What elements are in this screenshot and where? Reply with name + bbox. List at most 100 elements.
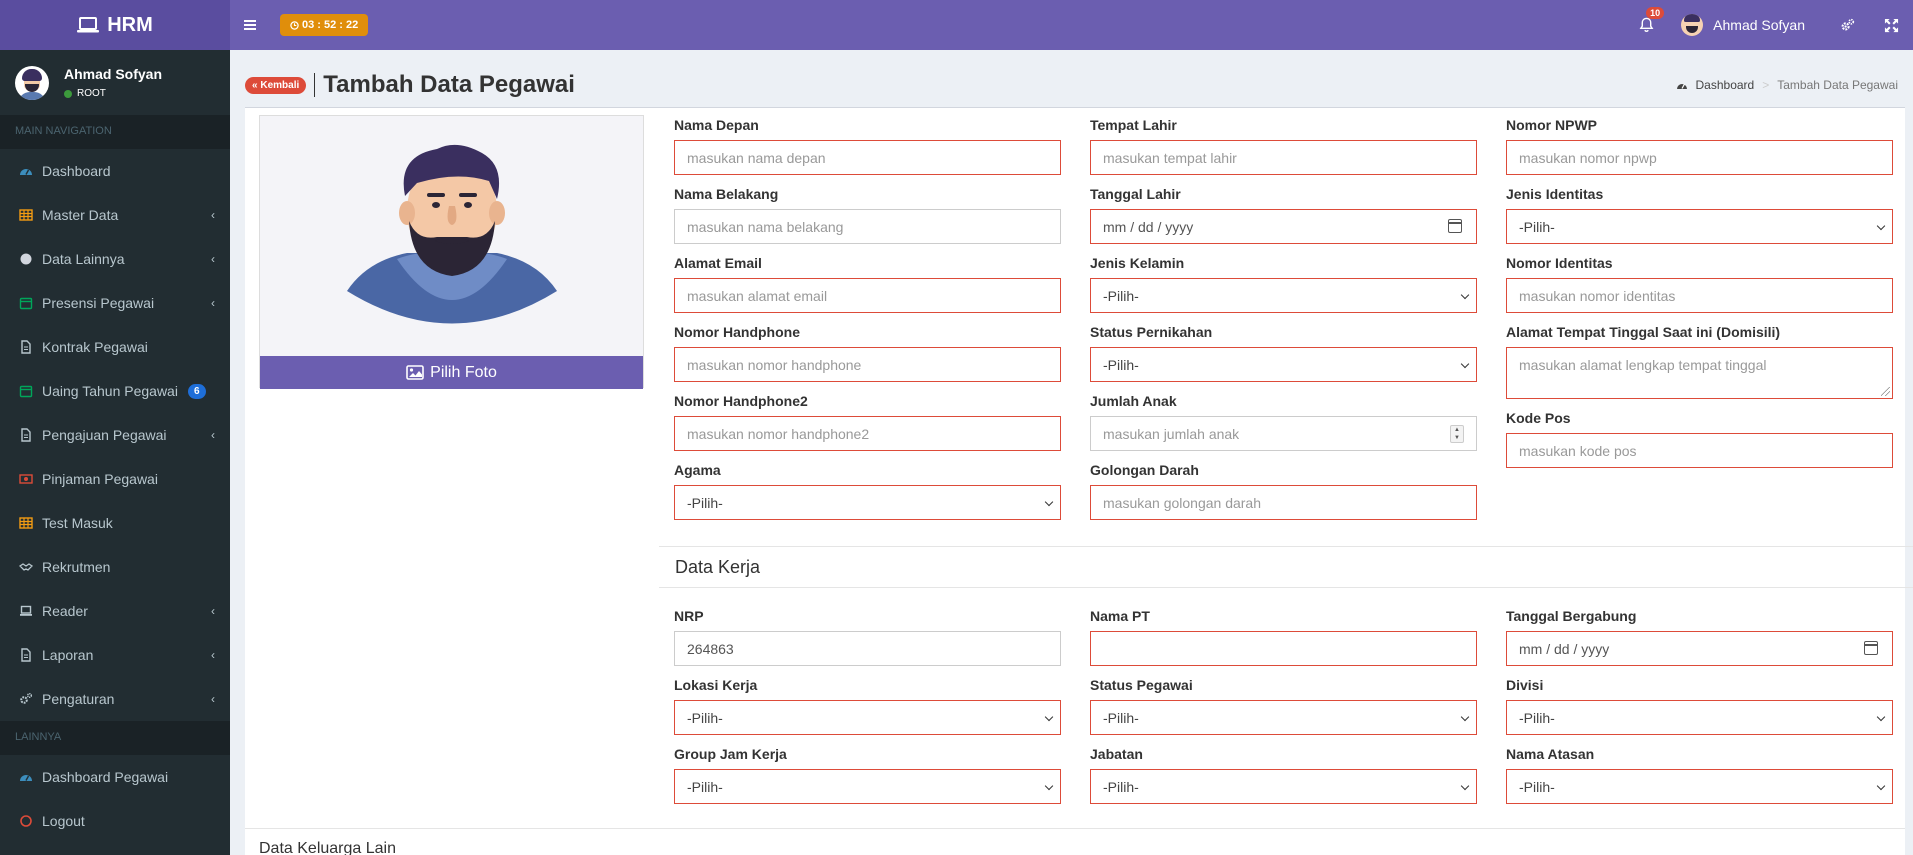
fullscreen-button[interactable]: [1869, 18, 1913, 33]
nomor-handphone-input[interactable]: masukan nomor handphone: [674, 347, 1061, 382]
number-stepper-icon[interactable]: ▲ ▼: [1450, 425, 1464, 443]
tanggal-lahir-input[interactable]: mm / dd / yyyy: [1090, 209, 1477, 244]
nama-pt-label: Nama PT: [1090, 608, 1150, 624]
jenis-kelamin-select[interactable]: -Pilih-: [1090, 278, 1477, 313]
sidebar-item-label: Pinjaman Pegawai: [42, 471, 158, 487]
alamat-email-input[interactable]: masukan alamat email: [674, 278, 1061, 313]
sidebar-item-pinjaman-pegawai[interactable]: Pinjaman Pegawai: [0, 457, 230, 501]
chevron-left-icon: ‹: [211, 252, 215, 266]
money-icon: [18, 471, 34, 487]
laptop-icon: [18, 603, 34, 619]
power-icon: [18, 813, 34, 829]
jenis-identitas-select[interactable]: -Pilih-: [1506, 209, 1893, 244]
lokasi-kerja-select[interactable]: -Pilih-: [674, 700, 1061, 735]
sidebar-item-test-masuk[interactable]: Test Masuk: [0, 501, 230, 545]
sidebar-item-reader[interactable]: Reader ‹: [0, 589, 230, 633]
nama-depan-label: Nama Depan: [674, 117, 759, 133]
status-pegawai-select[interactable]: -Pilih-: [1090, 700, 1477, 735]
settings-button[interactable]: [1825, 18, 1869, 33]
title-divider: [314, 73, 316, 97]
brand-logo[interactable]: HRM: [0, 0, 230, 50]
status-pernikahan-label: Status Pernikahan: [1090, 324, 1213, 340]
sidebar: Ahmad Sofyan ROOT MAIN NAVIGATION Dashbo…: [0, 50, 230, 855]
table-icon: [18, 515, 34, 531]
nama-pt-input[interactable]: [1090, 631, 1477, 666]
tanggal-bergabung-input[interactable]: mm / dd / yyyy: [1506, 631, 1893, 666]
field-nrp: NRP 264863: [674, 608, 1061, 666]
nomor-handphone2-label: Nomor Handphone2: [674, 393, 808, 409]
agama-label: Agama: [674, 462, 721, 478]
notifications-button[interactable]: 10: [1626, 7, 1666, 33]
nama-atasan-label: Nama Atasan: [1506, 746, 1595, 762]
breadcrumb-dashboard-link[interactable]: Dashboard: [1696, 78, 1755, 92]
nomor-npwp-input[interactable]: masukan nomor npwp: [1506, 140, 1893, 175]
golongan-darah-input[interactable]: masukan golongan darah: [1090, 485, 1477, 520]
field-nomor-handphone: Nomor Handphone masukan nomor handphone: [674, 324, 1061, 382]
nomor-handphone2-input[interactable]: masukan nomor handphone2: [674, 416, 1061, 451]
status-pernikahan-select[interactable]: -Pilih-: [1090, 347, 1477, 382]
sidebar-item-data-lainnya[interactable]: Data Lainnya ‹: [0, 237, 230, 281]
data-kerja-section-title: Data Kerja: [659, 546, 1913, 588]
sidebar-item-pengajuan-pegawai[interactable]: Pengajuan Pegawai ‹: [0, 413, 230, 457]
expand-icon: [1884, 18, 1898, 32]
user-menu-name: Ahmad Sofyan: [1713, 17, 1805, 33]
sidebar-user-role: ROOT: [64, 88, 162, 99]
tanggal-lahir-label: Tanggal Lahir: [1090, 186, 1181, 202]
sidebar-item-label: Pengaturan: [42, 691, 115, 707]
sidebar-item-dashboard-pegawai[interactable]: Dashboard Pegawai: [0, 755, 230, 799]
sidebar-item-logout[interactable]: Logout: [0, 799, 230, 843]
jumlah-anak-input[interactable]: masukan jumlah anak ▲ ▼: [1090, 416, 1477, 451]
cogs-icon: [18, 691, 34, 707]
resize-handle-icon[interactable]: [1881, 387, 1890, 396]
sidebar-item-kontrak-pegawai[interactable]: Kontrak Pegawai: [0, 325, 230, 369]
sidebar-item-pengaturan[interactable]: Pengaturan ‹: [0, 677, 230, 721]
back-label: Kembali: [260, 79, 300, 91]
sidebar-item-presensi-pegawai[interactable]: Presensi Pegawai ‹: [0, 281, 230, 325]
nomor-identitas-label: Nomor Identitas: [1506, 255, 1613, 271]
nama-belakang-input[interactable]: masukan nama belakang: [674, 209, 1061, 244]
sidebar-item-label: Dashboard Pegawai: [42, 769, 169, 785]
calendar-icon: [18, 383, 34, 399]
sidebar-item-uaing-tahun-pegawai[interactable]: Uaing Tahun Pegawai 6: [0, 369, 230, 413]
choose-photo-button[interactable]: Pilih Foto: [260, 356, 643, 389]
chevron-left-icon: ‹: [211, 296, 215, 310]
choose-photo-label: Pilih Foto: [430, 363, 497, 381]
field-nomor-identitas: Nomor Identitas masukan nomor identitas: [1506, 255, 1893, 313]
sidebar-toggle-icon[interactable]: [230, 0, 270, 50]
tempat-lahir-input[interactable]: masukan tempat lahir: [1090, 140, 1477, 175]
jabatan-select[interactable]: -Pilih-: [1090, 769, 1477, 804]
field-tempat-lahir: Tempat Lahir masukan tempat lahir: [1090, 117, 1477, 175]
online-status-icon: [64, 89, 72, 98]
group-jam-kerja-select[interactable]: -Pilih-: [674, 769, 1061, 804]
alamat-domisili-textarea[interactable]: masukan alamat lengkap tempat tinggal: [1506, 347, 1893, 399]
field-alamat-domisili: Alamat Tempat Tinggal Saat ini (Domisili…: [1506, 324, 1893, 399]
nama-atasan-select[interactable]: -Pilih-: [1506, 769, 1893, 804]
main-nav-list: Dashboard Master Data ‹ Data Lainnya ‹ Presen…: [0, 149, 230, 721]
sidebar-item-master-data[interactable]: Master Data ‹: [0, 193, 230, 237]
sidebar-item-laporan[interactable]: Laporan ‹: [0, 633, 230, 677]
nomor-identitas-input[interactable]: masukan nomor identitas: [1506, 278, 1893, 313]
dashboard-icon: [18, 769, 34, 785]
file-icon: [18, 339, 34, 355]
file-icon: [18, 427, 34, 443]
calendar-icon[interactable]: [1448, 219, 1462, 233]
calendar-icon[interactable]: [1864, 641, 1878, 655]
divisi-select[interactable]: -Pilih-: [1506, 700, 1893, 735]
field-nomor-handphone2: Nomor Handphone2 masukan nomor handphone…: [674, 393, 1061, 451]
field-nama-atasan: Nama Atasan -Pilih-: [1506, 746, 1893, 804]
user-menu[interactable]: Ahmad Sofyan: [1666, 14, 1825, 36]
sidebar-item-rekrutmen[interactable]: Rekrutmen: [0, 545, 230, 589]
nama-depan-input[interactable]: masukan nama depan: [674, 140, 1061, 175]
cogs-icon: [1841, 18, 1854, 30]
sidebar-item-label: Reader: [42, 603, 88, 619]
clock-icon: [290, 20, 299, 30]
sidebar-item-dashboard[interactable]: Dashboard: [0, 149, 230, 193]
nrp-input[interactable]: 264863: [674, 631, 1061, 666]
golongan-darah-label: Golongan Darah: [1090, 462, 1199, 478]
field-tanggal-bergabung: Tanggal Bergabung mm / dd / yyyy: [1506, 608, 1893, 666]
kode-pos-input[interactable]: masukan kode pos: [1506, 433, 1893, 468]
file-icon: [18, 647, 34, 663]
agama-select[interactable]: -Pilih-: [674, 485, 1061, 520]
kode-pos-label: Kode Pos: [1506, 410, 1571, 426]
back-button[interactable]: « Kembali: [245, 76, 307, 94]
